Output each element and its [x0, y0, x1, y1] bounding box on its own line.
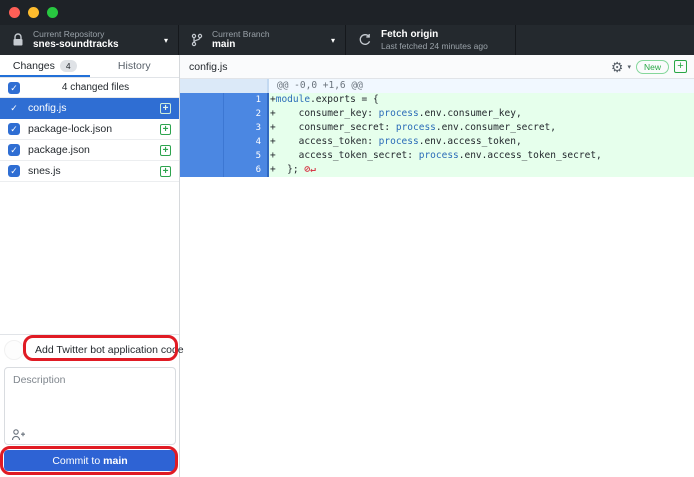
diff-code: + consumer_secret: process.env.consumer_… [269, 121, 694, 135]
changes-count-badge: 4 [60, 60, 77, 72]
file-name: package-lock.json [28, 123, 152, 135]
avatar [4, 340, 24, 360]
gutter-new[interactable]: 3 [224, 121, 269, 135]
file-name: config.js [28, 102, 152, 114]
chevron-down-icon: ▾ [331, 36, 335, 45]
sidebar-spacer [0, 182, 179, 334]
new-file-badge: New [636, 60, 669, 74]
changed-files-label: 4 changed files [20, 82, 171, 93]
close-button[interactable] [9, 7, 20, 18]
gutter-new[interactable]: 6 [224, 163, 269, 177]
file-name: snes.js [28, 165, 152, 177]
diff-line[interactable]: 3+ consumer_secret: process.env.consumer… [180, 121, 694, 135]
changed-files-header: ✓ 4 changed files [0, 78, 179, 98]
title-bar [0, 0, 694, 25]
gutter-old[interactable] [180, 107, 224, 121]
current-repository-dropdown[interactable]: Current Repository snes-soundtracks ▾ [0, 25, 179, 55]
gutter-old[interactable] [180, 121, 224, 135]
diff-lines: 1+module.exports = {2+ consumer_key: pro… [180, 93, 694, 177]
tab-history[interactable]: History [90, 55, 180, 77]
current-branch-value: main [212, 39, 270, 51]
status-added-icon: + [160, 166, 171, 177]
diff-code: +module.exports = { [269, 93, 694, 107]
diff-code: + access_token: process.env.access_token… [269, 135, 694, 149]
diff-file-header: config.js ⚙ ▾ New + [180, 55, 694, 79]
gutter-new[interactable]: 4 [224, 135, 269, 149]
gutter-new[interactable]: 2 [224, 107, 269, 121]
zoom-button[interactable] [47, 7, 58, 18]
add-coauthor-button[interactable] [11, 428, 26, 441]
diff-code: + access_token_secret: process.env.acces… [269, 149, 694, 163]
gutter-old[interactable] [180, 135, 224, 149]
commit-summary-input[interactable]: Add Twitter bot application code [24, 344, 184, 356]
expand-plus-icon[interactable]: + [674, 60, 687, 73]
diff-code: + consumer_key: process.env.consumer_key… [269, 107, 694, 121]
diff-pane: config.js ⚙ ▾ New + @@ -0,0 +1,6 @@ 1+mo… [180, 55, 694, 477]
person-add-icon [11, 428, 26, 441]
file-row[interactable]: ✓ config.js + [0, 98, 179, 119]
lock-icon [12, 33, 24, 47]
sidebar-tabs: Changes 4 History [0, 55, 179, 78]
diff-code: + }; ⊘↵ [269, 163, 694, 177]
minimize-button[interactable] [28, 7, 39, 18]
chevron-down-icon[interactable]: ▾ [627, 63, 631, 71]
commit-button-branch: main [103, 455, 128, 467]
app-window: Current Repository snes-soundtracks ▾ Cu… [0, 0, 694, 477]
gutter-old[interactable] [180, 93, 224, 107]
diff-line[interactable]: 5+ access_token_secret: process.env.acce… [180, 149, 694, 163]
commit-form: Add Twitter bot application code Descrip… [0, 334, 179, 477]
diff-line[interactable]: 1+module.exports = { [180, 93, 694, 107]
gutter-new[interactable]: 5 [224, 149, 269, 163]
fetch-origin-sublabel: Last fetched 24 minutes ago [381, 41, 488, 52]
status-added-icon: + [160, 124, 171, 135]
changes-sidebar: Changes 4 History ✓ 4 changed files ✓ con… [0, 55, 180, 477]
gutter-old[interactable] [180, 163, 224, 177]
gutter-old[interactable] [180, 149, 224, 163]
select-all-checkbox[interactable]: ✓ [8, 82, 20, 94]
gear-icon[interactable]: ⚙ [611, 60, 624, 74]
file-checkbox[interactable]: ✓ [8, 144, 20, 156]
file-checkbox[interactable]: ✓ [8, 165, 20, 177]
diff-filename: config.js [189, 61, 228, 73]
file-checkbox[interactable]: ✓ [8, 102, 20, 114]
gutter-new[interactable]: 1 [224, 93, 269, 107]
diff-line[interactable]: 4+ access_token: process.env.access_toke… [180, 135, 694, 149]
tab-changes-label: Changes [13, 60, 55, 72]
hunk-gutter [180, 79, 269, 93]
sync-icon [358, 33, 372, 47]
toolbar: Current Repository snes-soundtracks ▾ Cu… [0, 25, 694, 55]
fetch-origin-button[interactable]: Fetch origin Last fetched 24 minutes ago [346, 25, 516, 55]
file-list: ✓ config.js + ✓ package-lock.json + ✓ package.j… [0, 98, 179, 182]
file-row[interactable]: ✓ package.json + [0, 140, 179, 161]
branch-icon [191, 33, 203, 47]
tab-history-label: History [118, 60, 151, 72]
current-branch-label: Current Branch [212, 29, 270, 39]
file-row[interactable]: ✓ snes.js + [0, 161, 179, 182]
description-placeholder: Description [5, 368, 175, 392]
status-added-icon: + [160, 145, 171, 156]
diff-line[interactable]: 6+ }; ⊘↵ [180, 163, 694, 177]
diff-body: @@ -0,0 +1,6 @@ 1+module.exports = {2+ c… [180, 79, 694, 477]
file-checkbox[interactable]: ✓ [8, 123, 20, 135]
hunk-header-text: @@ -0,0 +1,6 @@ [269, 79, 694, 93]
tab-changes[interactable]: Changes 4 [0, 55, 90, 77]
status-added-icon: + [160, 103, 171, 114]
chevron-down-icon: ▾ [164, 36, 168, 45]
current-repository-label: Current Repository [33, 29, 119, 39]
commit-description-input[interactable]: Description [4, 367, 176, 445]
hunk-header-row: @@ -0,0 +1,6 @@ [180, 79, 694, 93]
commit-button-text: Commit to [52, 455, 100, 467]
diff-line[interactable]: 2+ consumer_key: process.env.consumer_ke… [180, 107, 694, 121]
current-repository-value: snes-soundtracks [33, 39, 119, 51]
file-row[interactable]: ✓ package-lock.json + [0, 119, 179, 140]
fetch-origin-label: Fetch origin [381, 29, 488, 41]
file-name: package.json [28, 144, 152, 156]
no-newline-icon: ⊘↵ [299, 164, 316, 175]
commit-button[interactable]: Commit to main [4, 450, 176, 471]
current-branch-dropdown[interactable]: Current Branch main ▾ [179, 25, 346, 55]
